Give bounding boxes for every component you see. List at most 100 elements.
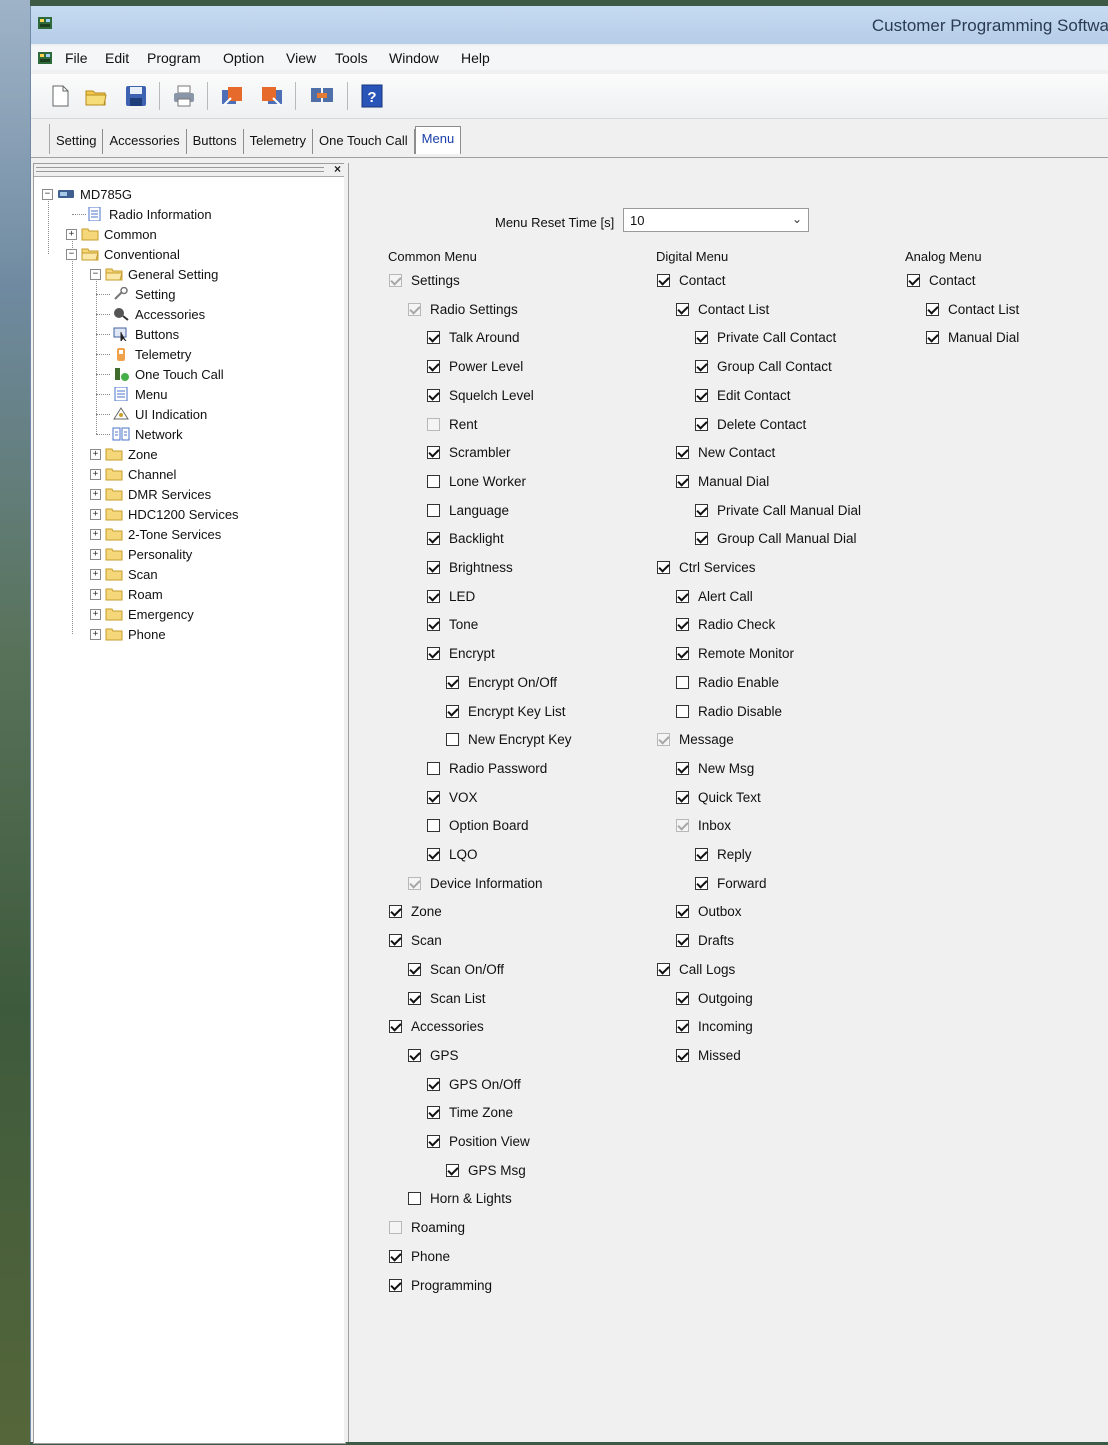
checkbox-box[interactable] (427, 848, 440, 861)
save-icon[interactable] (123, 83, 149, 109)
common-lqo-checkbox[interactable]: LQO (427, 846, 478, 863)
tab-accessories[interactable]: Accessories (103, 129, 187, 154)
tree-node-buttons[interactable]: Buttons (112, 325, 179, 343)
common-programming-checkbox[interactable]: Programming (389, 1277, 492, 1294)
tab-one-touch-call[interactable]: One Touch Call (313, 129, 415, 154)
checkbox-box[interactable] (676, 302, 689, 316)
checkbox-box[interactable] (446, 1163, 459, 1177)
checkbox-box[interactable] (695, 876, 708, 890)
menu-window[interactable]: Window (389, 50, 439, 66)
checkbox-box[interactable] (427, 532, 440, 546)
common-scan-checkbox[interactable]: Scan (389, 932, 442, 949)
checkbox-box[interactable] (676, 647, 689, 661)
checkbox-box[interactable] (408, 991, 421, 1005)
tree-node-common[interactable]: + Common (66, 225, 157, 243)
checkbox-box[interactable] (676, 704, 689, 718)
clone-icon[interactable] (309, 83, 335, 109)
expand-icon[interactable]: + (90, 608, 101, 620)
digital-manual-dial-checkbox[interactable]: Manual Dial (676, 473, 769, 490)
common-accessories-checkbox[interactable]: Accessories (389, 1018, 484, 1035)
digital-group-call-manual-dial-checkbox[interactable]: Group Call Manual Dial (695, 530, 857, 547)
checkbox-box[interactable] (427, 819, 440, 833)
menu-help[interactable]: Help (461, 50, 490, 66)
checkbox-box[interactable] (389, 1020, 402, 1034)
digital-radio-enable-checkbox[interactable]: Radio Enable (676, 674, 779, 691)
common-time-zone-checkbox[interactable]: Time Zone (427, 1104, 513, 1121)
tree-node-accessories[interactable]: Accessories (112, 305, 205, 323)
common-phone-checkbox[interactable]: Phone (389, 1248, 450, 1265)
expand-icon[interactable]: + (90, 588, 101, 600)
checkbox-box[interactable] (676, 1020, 689, 1034)
checkbox-box[interactable] (427, 589, 440, 603)
expand-icon[interactable]: + (90, 628, 101, 640)
common-led-checkbox[interactable]: LED (427, 588, 475, 605)
checkbox-box[interactable] (676, 934, 689, 948)
common-lone-worker-checkbox[interactable]: Lone Worker (427, 473, 526, 490)
common-option-board-checkbox[interactable]: Option Board (427, 817, 529, 834)
checkbox-box[interactable] (926, 302, 939, 316)
expand-icon[interactable]: + (90, 448, 101, 460)
common-squelch-level-checkbox[interactable]: Squelch Level (427, 387, 534, 404)
common-zone-checkbox[interactable]: Zone (389, 903, 442, 920)
checkbox-box[interactable] (657, 274, 670, 287)
digital-forward-checkbox[interactable]: Forward (695, 875, 767, 892)
checkbox-box[interactable] (446, 733, 459, 747)
common-gps-msg-checkbox[interactable]: GPS Msg (446, 1162, 526, 1179)
expand-icon[interactable]: + (90, 548, 101, 560)
expand-icon[interactable]: + (90, 468, 101, 480)
collapse-icon[interactable]: − (42, 188, 53, 200)
checkbox-box[interactable] (408, 1048, 421, 1062)
checkbox-box[interactable] (389, 934, 402, 948)
tab-buttons[interactable]: Buttons (186, 129, 244, 154)
checkbox-box[interactable] (427, 331, 440, 345)
digital-contact-checkbox[interactable]: Contact (657, 272, 726, 289)
common-gps-on-off-checkbox[interactable]: GPS On/Off (427, 1076, 521, 1093)
analog-manual-dial-checkbox[interactable]: Manual Dial (926, 329, 1019, 346)
tree-node-general-setting[interactable]: − General Setting (90, 265, 218, 283)
menu-file[interactable]: File (65, 50, 88, 66)
tree-node-one-touch-call[interactable]: One Touch Call (112, 365, 224, 383)
tree-node-emergency[interactable]: + Emergency (90, 605, 194, 623)
digital-drafts-checkbox[interactable]: Drafts (676, 932, 734, 949)
common-encrypt-checkbox[interactable]: Encrypt (427, 645, 495, 662)
checkbox-box[interactable] (926, 331, 939, 345)
digital-outgoing-checkbox[interactable]: Outgoing (676, 990, 753, 1007)
common-horn-lights-checkbox[interactable]: Horn & Lights (408, 1190, 512, 1207)
checkbox-box[interactable] (427, 1077, 440, 1091)
tree-node-ui-indication[interactable]: UI Indication (112, 405, 207, 423)
tree-node-hdc1200-services[interactable]: + HDC1200 Services (90, 505, 239, 523)
checkbox-box[interactable] (676, 991, 689, 1005)
digital-group-call-contact-checkbox[interactable]: Group Call Contact (695, 358, 832, 375)
tree-node-radio-information[interactable]: Radio Information (86, 205, 212, 223)
common-tone-checkbox[interactable]: Tone (427, 616, 478, 633)
common-backlight-checkbox[interactable]: Backlight (427, 530, 504, 547)
tree-node-menu[interactable]: Menu (112, 385, 168, 403)
checkbox-box[interactable] (408, 1192, 421, 1206)
menu-option[interactable]: Option (223, 50, 264, 66)
checkbox-box[interactable] (427, 790, 440, 804)
tree-node-phone[interactable]: + Phone (90, 625, 166, 643)
analog-contact-checkbox[interactable]: Contact (907, 272, 976, 289)
analog-contact-list-checkbox[interactable]: Contact List (926, 301, 1019, 318)
checkbox-box[interactable] (427, 503, 440, 517)
checkbox-box[interactable] (427, 647, 440, 661)
checkbox-box[interactable] (695, 360, 708, 374)
checkbox-box[interactable] (676, 675, 689, 689)
checkbox-box[interactable] (389, 905, 402, 919)
checkbox-box[interactable] (408, 962, 421, 976)
expand-icon[interactable]: + (90, 508, 101, 520)
digital-alert-call-checkbox[interactable]: Alert Call (676, 588, 753, 605)
checkbox-box[interactable] (427, 761, 440, 775)
collapse-icon[interactable]: − (90, 268, 101, 280)
digital-private-call-manual-dial-checkbox[interactable]: Private Call Manual Dial (695, 502, 861, 519)
tree-node-root[interactable]: − MD785G (42, 185, 132, 203)
open-folder-icon[interactable] (83, 83, 109, 109)
common-encrypt-on-off-checkbox[interactable]: Encrypt On/Off (446, 674, 557, 691)
common-power-level-checkbox[interactable]: Power Level (427, 358, 523, 375)
tree-node-roam[interactable]: + Roam (90, 585, 163, 603)
checkbox-box[interactable] (907, 274, 920, 287)
checkbox-box[interactable] (695, 532, 708, 546)
expand-icon[interactable]: + (66, 228, 77, 240)
checkbox-box[interactable] (695, 848, 708, 861)
checkbox-box[interactable] (676, 790, 689, 804)
